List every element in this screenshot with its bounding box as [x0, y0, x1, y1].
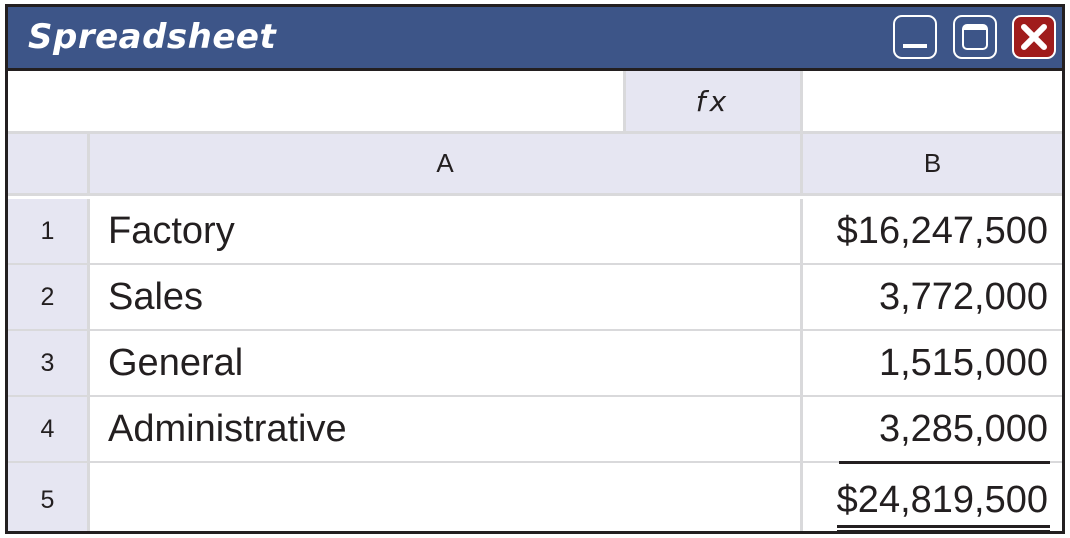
minimize-button[interactable] [893, 15, 937, 59]
close-icon [1021, 24, 1047, 50]
row-header[interactable]: 4 [8, 397, 90, 461]
cell-b1-value: $16,247,500 [836, 210, 1048, 252]
table-row: 5 $24,819,500 [8, 463, 1062, 531]
column-header-a[interactable]: A [90, 134, 803, 193]
cell-a3[interactable]: General [90, 331, 803, 395]
table-row: 4 Administrative 3,285,000 [8, 397, 1062, 464]
select-all-corner[interactable] [8, 134, 90, 193]
column-header-b[interactable]: B [803, 134, 1062, 193]
minimize-icon [903, 44, 927, 48]
row-header[interactable]: 1 [8, 199, 90, 263]
cell-b4[interactable]: 3,285,000 [803, 397, 1062, 464]
cell-a4[interactable]: Administrative [90, 397, 803, 461]
row-header[interactable]: 3 [8, 331, 90, 395]
cell-a2[interactable]: Sales [90, 265, 803, 329]
cell-a5[interactable] [90, 463, 803, 531]
title-bar[interactable]: Spreadsheet [8, 7, 1062, 71]
window-title: Spreadsheet [28, 17, 277, 57]
double-underline [836, 525, 1050, 531]
cell-b1[interactable]: $16,247,500 [803, 199, 1062, 263]
cell-b4-wrap: 3,285,000 [838, 408, 1050, 464]
close-button[interactable] [1012, 15, 1056, 59]
maximize-button[interactable] [953, 15, 997, 59]
table-row: 1 Factory $16,247,500 [8, 199, 1062, 265]
table-row: 2 Sales 3,772,000 [8, 265, 1062, 331]
formula-input[interactable] [803, 71, 1062, 131]
cell-b4-value: 3,285,000 [878, 408, 1048, 450]
maximize-icon [962, 24, 988, 50]
formula-bar: fx [8, 71, 1062, 134]
row-header[interactable]: 5 [8, 463, 90, 531]
cell-b2[interactable]: 3,772,000 [803, 265, 1062, 329]
cell-a1[interactable]: Factory [90, 199, 803, 263]
table-row: 3 General 1,515,000 [8, 331, 1062, 397]
cell-b5-value: $24,819,500 [836, 479, 1048, 521]
column-header-row: A B [8, 134, 1062, 196]
cell-b5[interactable]: $24,819,500 [803, 463, 1062, 531]
fx-icon: fx [695, 84, 731, 118]
spreadsheet-window: Spreadsheet fx A B 1 Factory $16,247,500… [5, 4, 1065, 534]
sheet-grid: A B 1 Factory $16,247,500 2 Sales 3,772,… [8, 134, 1062, 531]
cell-b3[interactable]: 1,515,000 [803, 331, 1062, 395]
fx-button[interactable]: fx [623, 71, 803, 131]
row-header[interactable]: 2 [8, 265, 90, 329]
name-box[interactable] [8, 71, 623, 131]
cell-b5-wrap: $24,819,500 [836, 479, 1050, 531]
cell-b3-value: 1,515,000 [878, 342, 1048, 384]
cell-b2-value: 3,772,000 [878, 276, 1048, 318]
